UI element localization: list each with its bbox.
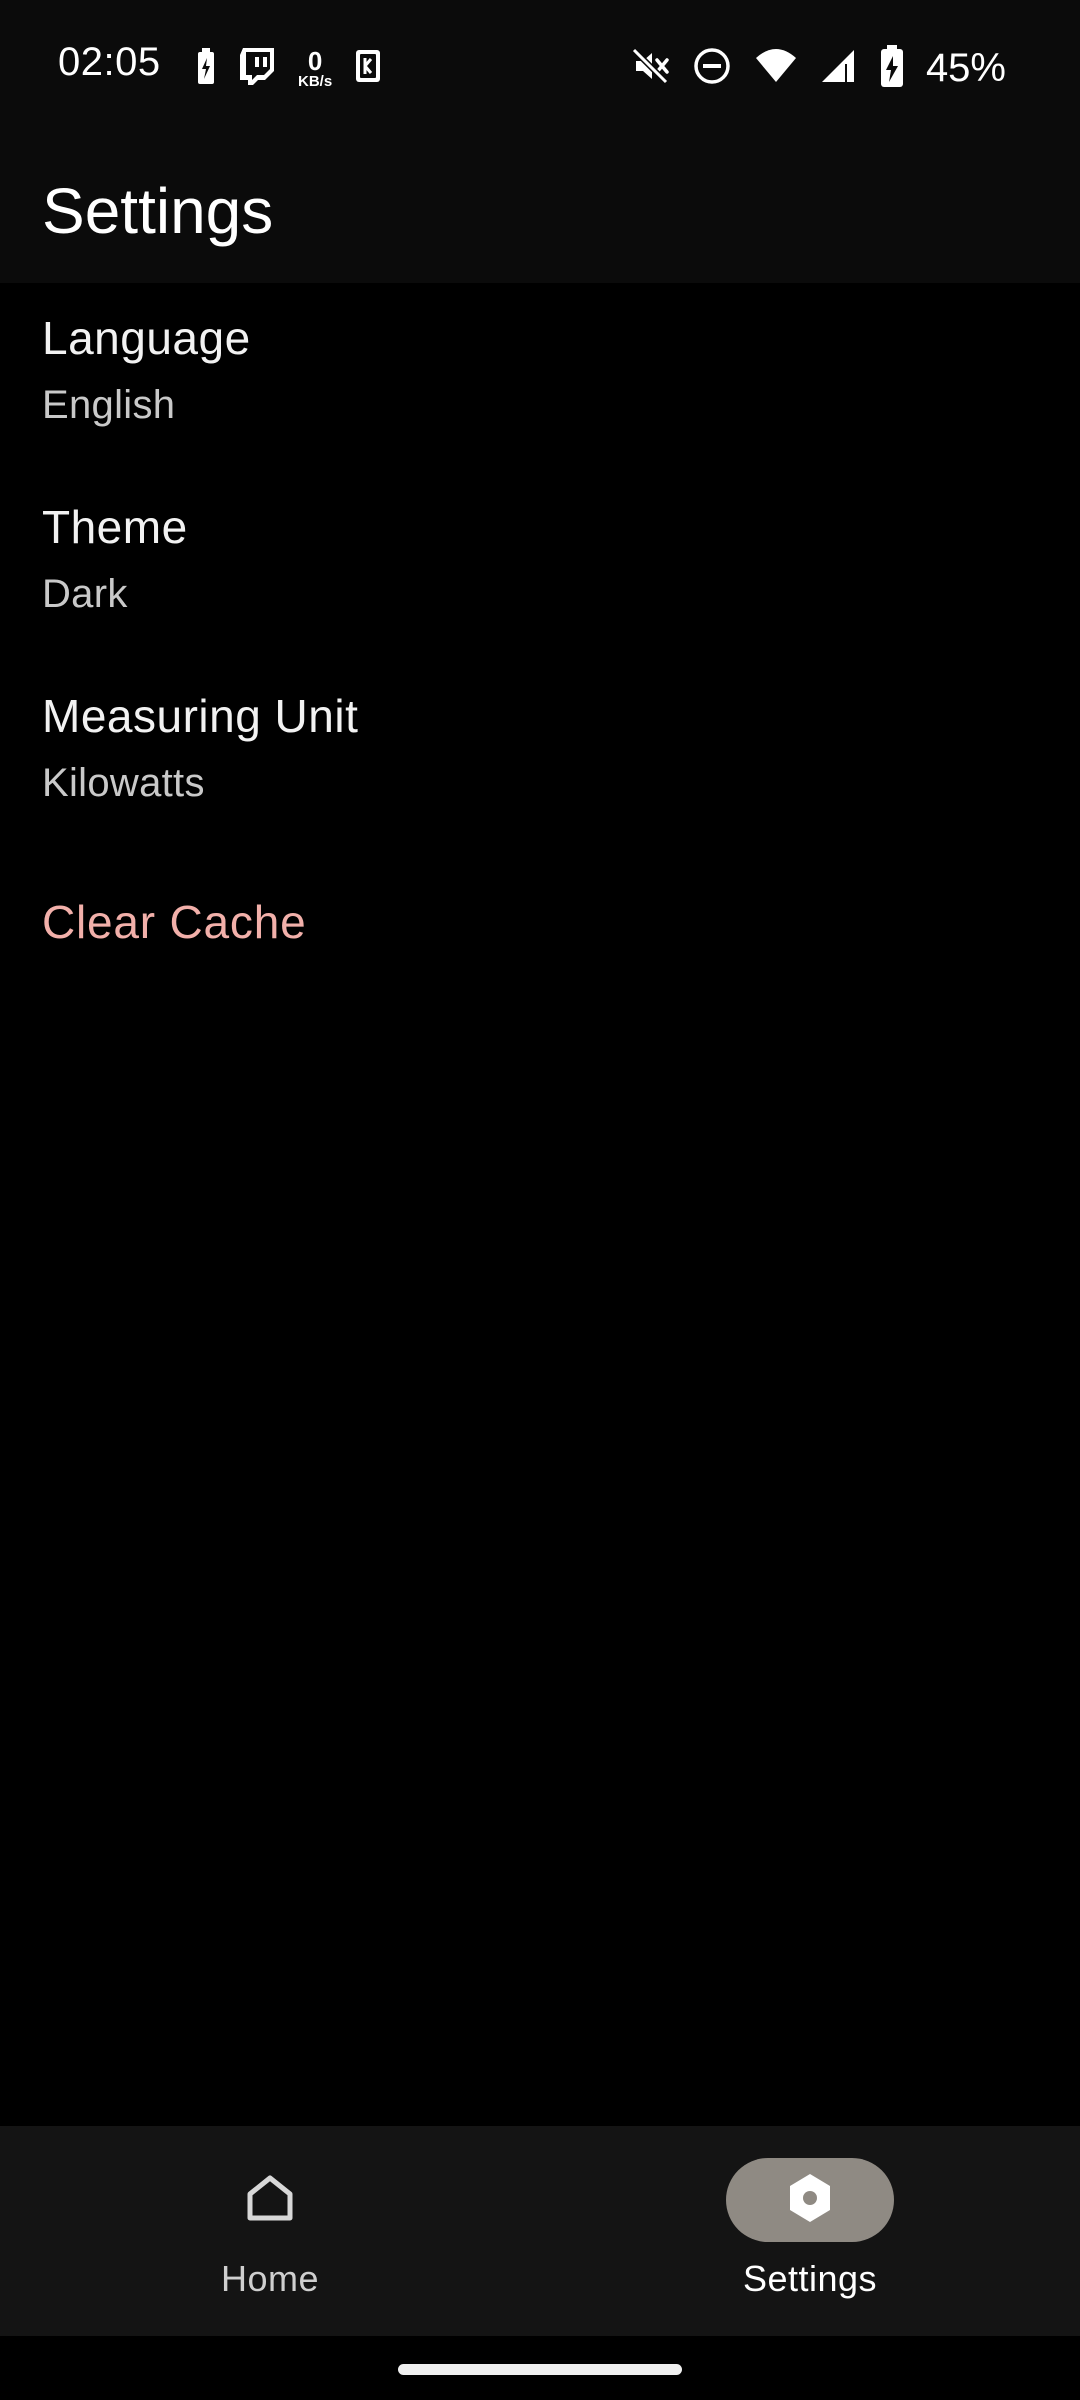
network-speed-indicator: 0 KB/s (298, 48, 332, 89)
clear-cache-label: Clear Cache (42, 896, 307, 948)
setting-item-measuring-unit[interactable]: Measuring Unit Kilowatts (0, 661, 1080, 841)
settings-screen: 02:05 0 KB/s 45% Settings Language Engli… (0, 0, 1080, 2400)
app-bar: Settings (0, 130, 1080, 283)
cellular-signal-icon (820, 46, 858, 91)
nav-label-home: Home (220, 2258, 320, 2299)
setting-value: Kilowatts (42, 761, 205, 805)
home-icon (242, 2170, 298, 2231)
gesture-navigation-area (0, 2336, 1080, 2400)
setting-item-language[interactable]: Language English (0, 283, 1080, 463)
setting-title: Theme (42, 501, 188, 553)
home-gesture-handle[interactable] (398, 2364, 682, 2375)
settings-hexagon-icon (783, 2170, 837, 2231)
status-bar: 02:05 0 KB/s 45% (0, 0, 1080, 130)
battery-charging-icon (880, 44, 904, 93)
setting-value: Dark (42, 572, 128, 616)
mute-icon (630, 46, 670, 91)
battery-charging-small-icon (196, 46, 216, 91)
setting-title: Measuring Unit (42, 690, 359, 742)
nav-icon-container (186, 2158, 354, 2242)
bottom-navigation-bar: Home Settings (0, 2126, 1080, 2336)
nav-selected-indicator (726, 2158, 894, 2242)
status-notification-icons: 0 KB/s (196, 44, 382, 92)
battery-percentage: 45% (925, 45, 1006, 90)
nav-label-settings: Settings (742, 2258, 878, 2299)
do-not-disturb-icon (692, 46, 732, 91)
clear-cache-button[interactable]: Clear Cache (0, 871, 1080, 981)
status-system-icons: 45% (630, 40, 1006, 96)
setting-value: English (42, 383, 176, 427)
page-title: Settings (42, 175, 274, 247)
twitch-icon (238, 46, 276, 91)
setting-item-theme[interactable]: Theme Dark (0, 472, 1080, 652)
status-time: 02:05 (58, 40, 161, 84)
network-speed-unit: KB/s (298, 72, 333, 90)
nav-item-settings[interactable]: Settings (540, 2126, 1080, 2336)
wifi-icon (754, 46, 798, 91)
network-speed-value: 0 (307, 45, 323, 76)
app-notification-icon (354, 48, 382, 89)
nav-item-home[interactable]: Home (0, 2126, 540, 2336)
setting-title: Language (42, 312, 251, 364)
